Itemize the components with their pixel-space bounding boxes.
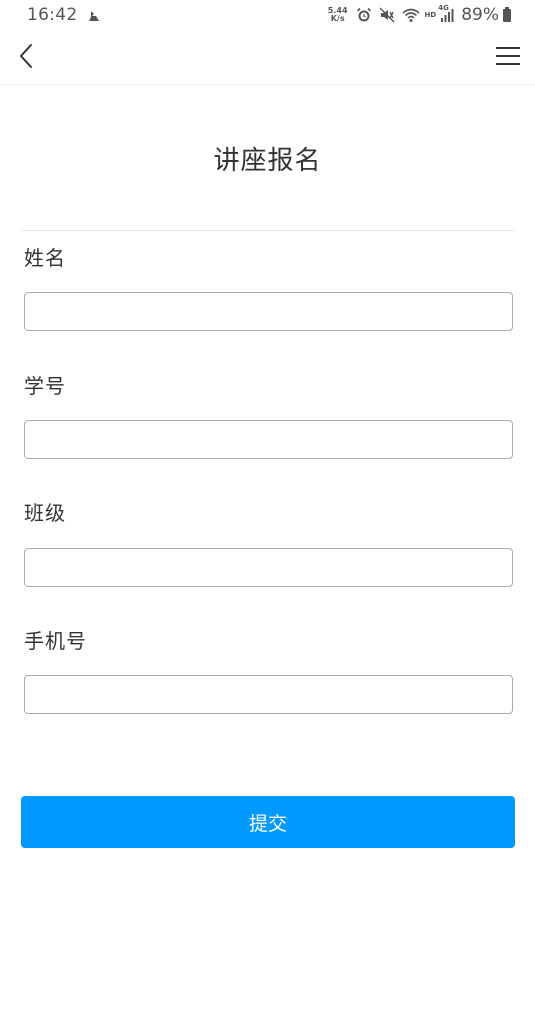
hd-label: HD bbox=[424, 11, 437, 19]
network-type-label: 4G bbox=[438, 4, 449, 12]
alarm-icon bbox=[356, 7, 372, 23]
battery-icon bbox=[503, 6, 511, 22]
status-bar-right: 5.44 K/s HD 4G 89% bbox=[328, 4, 511, 25]
submit-button[interactable]: 提交 bbox=[21, 796, 515, 848]
page-title: 讲座报名 bbox=[213, 146, 322, 176]
class-label: 班级 bbox=[24, 501, 66, 525]
status-bar-left: 16:42 bbox=[27, 5, 101, 25]
status-bar: 16:42 5.44 K/s HD 4G 89% bbox=[0, 0, 535, 30]
clock: 16:42 bbox=[27, 5, 78, 25]
nav-bar bbox=[0, 30, 535, 85]
menu-button[interactable] bbox=[495, 45, 521, 67]
cellular-signal-icon: 4G bbox=[438, 4, 454, 23]
name-label: 姓名 bbox=[24, 246, 66, 270]
back-button[interactable] bbox=[14, 42, 40, 70]
student-id-input[interactable] bbox=[24, 420, 513, 459]
wifi-icon bbox=[402, 7, 420, 23]
class-input[interactable] bbox=[24, 548, 513, 587]
chevron-left-icon bbox=[20, 44, 32, 68]
network-speed: 5.44 K/s bbox=[328, 7, 348, 23]
battery-percentage: 89% bbox=[461, 5, 499, 25]
title-divider bbox=[21, 230, 515, 231]
hamburger-menu-icon bbox=[496, 47, 520, 65]
app-notification-icon bbox=[87, 8, 101, 22]
student-id-label: 学号 bbox=[24, 374, 66, 398]
mute-icon bbox=[379, 7, 395, 23]
phone-label: 手机号 bbox=[24, 629, 87, 653]
network-speed-unit: K/s bbox=[330, 14, 345, 23]
phone-input[interactable] bbox=[24, 675, 513, 714]
name-input[interactable] bbox=[24, 292, 513, 331]
